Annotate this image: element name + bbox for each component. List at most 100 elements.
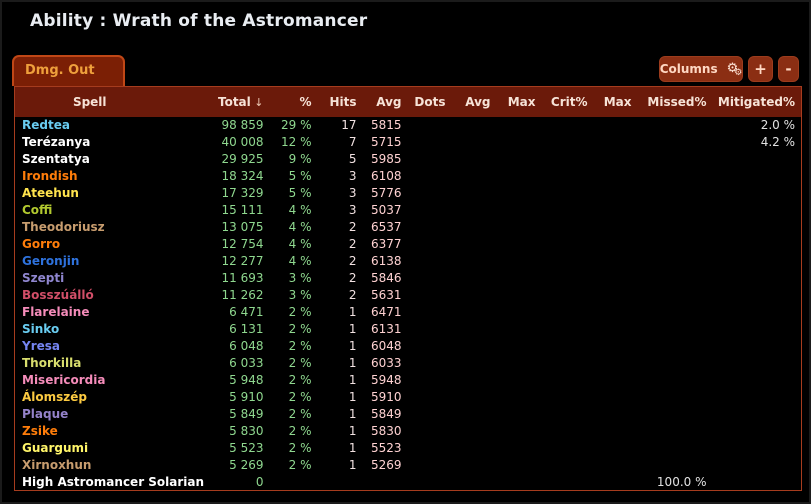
- table-row: Gorro12 7544 %26377: [15, 236, 802, 253]
- cell-hits: 5: [318, 151, 363, 168]
- cell-pct: 2 %: [270, 406, 318, 423]
- cell-mitigated: [713, 236, 802, 253]
- cell-pct: 5 %: [270, 185, 318, 202]
- cell-total: 6 131: [165, 321, 270, 338]
- cell-pct: 29 %: [270, 117, 318, 134]
- cell-mitigated: [713, 287, 802, 304]
- add-column-button[interactable]: +: [748, 56, 773, 82]
- spell-source-name[interactable]: Flarelaine: [15, 304, 165, 321]
- cell-total: 6 048: [165, 338, 270, 355]
- cell-avg: 5910: [363, 389, 408, 406]
- cell-avg2: [452, 457, 497, 474]
- column-header-avg[interactable]: Avg: [363, 87, 408, 117]
- cell-max: [497, 134, 542, 151]
- spell-source-name[interactable]: High Astromancer Solarian: [15, 474, 165, 491]
- cell-missed: [638, 253, 713, 270]
- cell-pct: 2 %: [270, 423, 318, 440]
- spell-source-name[interactable]: Plaque: [15, 406, 165, 423]
- cell-crit: [542, 270, 594, 287]
- cell-avg: 5631: [363, 287, 408, 304]
- spell-source-name[interactable]: Yresa: [15, 338, 165, 355]
- cell-dots: [408, 151, 452, 168]
- page-title: Ability : Wrath of the Astromancer: [30, 11, 809, 31]
- tab-dmg-out[interactable]: Dmg. Out: [12, 55, 125, 86]
- spell-source-name[interactable]: Geronjin: [15, 253, 165, 270]
- column-header-spell[interactable]: Spell: [15, 87, 165, 117]
- cell-dots: [408, 202, 452, 219]
- cell-max2: [594, 474, 638, 491]
- spell-source-name[interactable]: Irondish: [15, 168, 165, 185]
- remove-column-button[interactable]: -: [778, 56, 799, 82]
- column-header-crit[interactable]: Crit%: [542, 87, 594, 117]
- spell-source-name[interactable]: Zsike: [15, 423, 165, 440]
- cell-mitigated: 2.0 %: [713, 117, 802, 134]
- cell-missed: [638, 270, 713, 287]
- cell-hits: 1: [318, 304, 363, 321]
- cell-max2: [594, 219, 638, 236]
- cell-dots: [408, 236, 452, 253]
- cell-missed: [638, 304, 713, 321]
- cell-max2: [594, 185, 638, 202]
- cell-avg: [363, 474, 408, 491]
- cell-dots: [408, 219, 452, 236]
- spell-source-name[interactable]: Xirnoxhun: [15, 457, 165, 474]
- cell-pct: 2 %: [270, 304, 318, 321]
- column-header-avg2[interactable]: Avg: [452, 87, 497, 117]
- cell-total: 6 033: [165, 355, 270, 372]
- column-header-dots[interactable]: Dots: [408, 87, 452, 117]
- spell-source-name[interactable]: Thorkilla: [15, 355, 165, 372]
- columns-button-label: Columns: [660, 62, 718, 76]
- spell-source-name[interactable]: Ateehun: [15, 185, 165, 202]
- column-header-pct[interactable]: %: [270, 87, 318, 117]
- cell-hits: 1: [318, 440, 363, 457]
- spell-source-name[interactable]: Bosszúálló: [15, 287, 165, 304]
- cell-max: [497, 168, 542, 185]
- cell-avg2: [452, 270, 497, 287]
- cell-max2: [594, 202, 638, 219]
- cell-avg: 6471: [363, 304, 408, 321]
- cell-max: [497, 287, 542, 304]
- spell-source-name[interactable]: Guargumi: [15, 440, 165, 457]
- cell-max2: [594, 270, 638, 287]
- cell-hits: 1: [318, 338, 363, 355]
- cell-max: [497, 151, 542, 168]
- spell-source-name[interactable]: Redtea: [15, 117, 165, 134]
- cell-mitigated: [713, 202, 802, 219]
- column-header-total[interactable]: Total ↓: [165, 87, 270, 117]
- cell-crit: [542, 151, 594, 168]
- cell-avg: 5948: [363, 372, 408, 389]
- cell-missed: [638, 117, 713, 134]
- cell-avg2: [452, 185, 497, 202]
- cell-total: 5 849: [165, 406, 270, 423]
- column-header-missed[interactable]: Missed%: [638, 87, 713, 117]
- cell-hits: 17: [318, 117, 363, 134]
- spell-source-name[interactable]: Misericordia: [15, 372, 165, 389]
- cell-crit: [542, 406, 594, 423]
- cell-dots: [408, 321, 452, 338]
- spell-source-name[interactable]: Sinko: [15, 321, 165, 338]
- cell-hits: 1: [318, 389, 363, 406]
- cell-total: 12 754: [165, 236, 270, 253]
- cell-avg2: [452, 151, 497, 168]
- column-header-max[interactable]: Max: [497, 87, 542, 117]
- columns-button[interactable]: Columns ⚙⚙: [659, 56, 743, 82]
- cell-crit: [542, 236, 594, 253]
- column-header-mitigated[interactable]: Mitigated%: [713, 87, 802, 117]
- spell-source-name[interactable]: Gorro: [15, 236, 165, 253]
- cell-mitigated: 4.2 %: [713, 134, 802, 151]
- spell-source-name[interactable]: Szepti: [15, 270, 165, 287]
- cell-hits: 2: [318, 270, 363, 287]
- cell-crit: [542, 372, 594, 389]
- table-row: Yresa6 0482 %16048: [15, 338, 802, 355]
- column-header-max2[interactable]: Max: [594, 87, 638, 117]
- spell-source-name[interactable]: Terézanya: [15, 134, 165, 151]
- spell-source-name[interactable]: Theodoriusz: [15, 219, 165, 236]
- spell-source-name[interactable]: Szentatya: [15, 151, 165, 168]
- table-row: Flarelaine6 4712 %16471: [15, 304, 802, 321]
- spell-source-name[interactable]: Álomszép: [15, 389, 165, 406]
- cell-max2: [594, 253, 638, 270]
- spell-source-name[interactable]: Coffi: [15, 202, 165, 219]
- cell-avg: 5985: [363, 151, 408, 168]
- column-header-hits[interactable]: Hits: [318, 87, 363, 117]
- cell-mitigated: [713, 423, 802, 440]
